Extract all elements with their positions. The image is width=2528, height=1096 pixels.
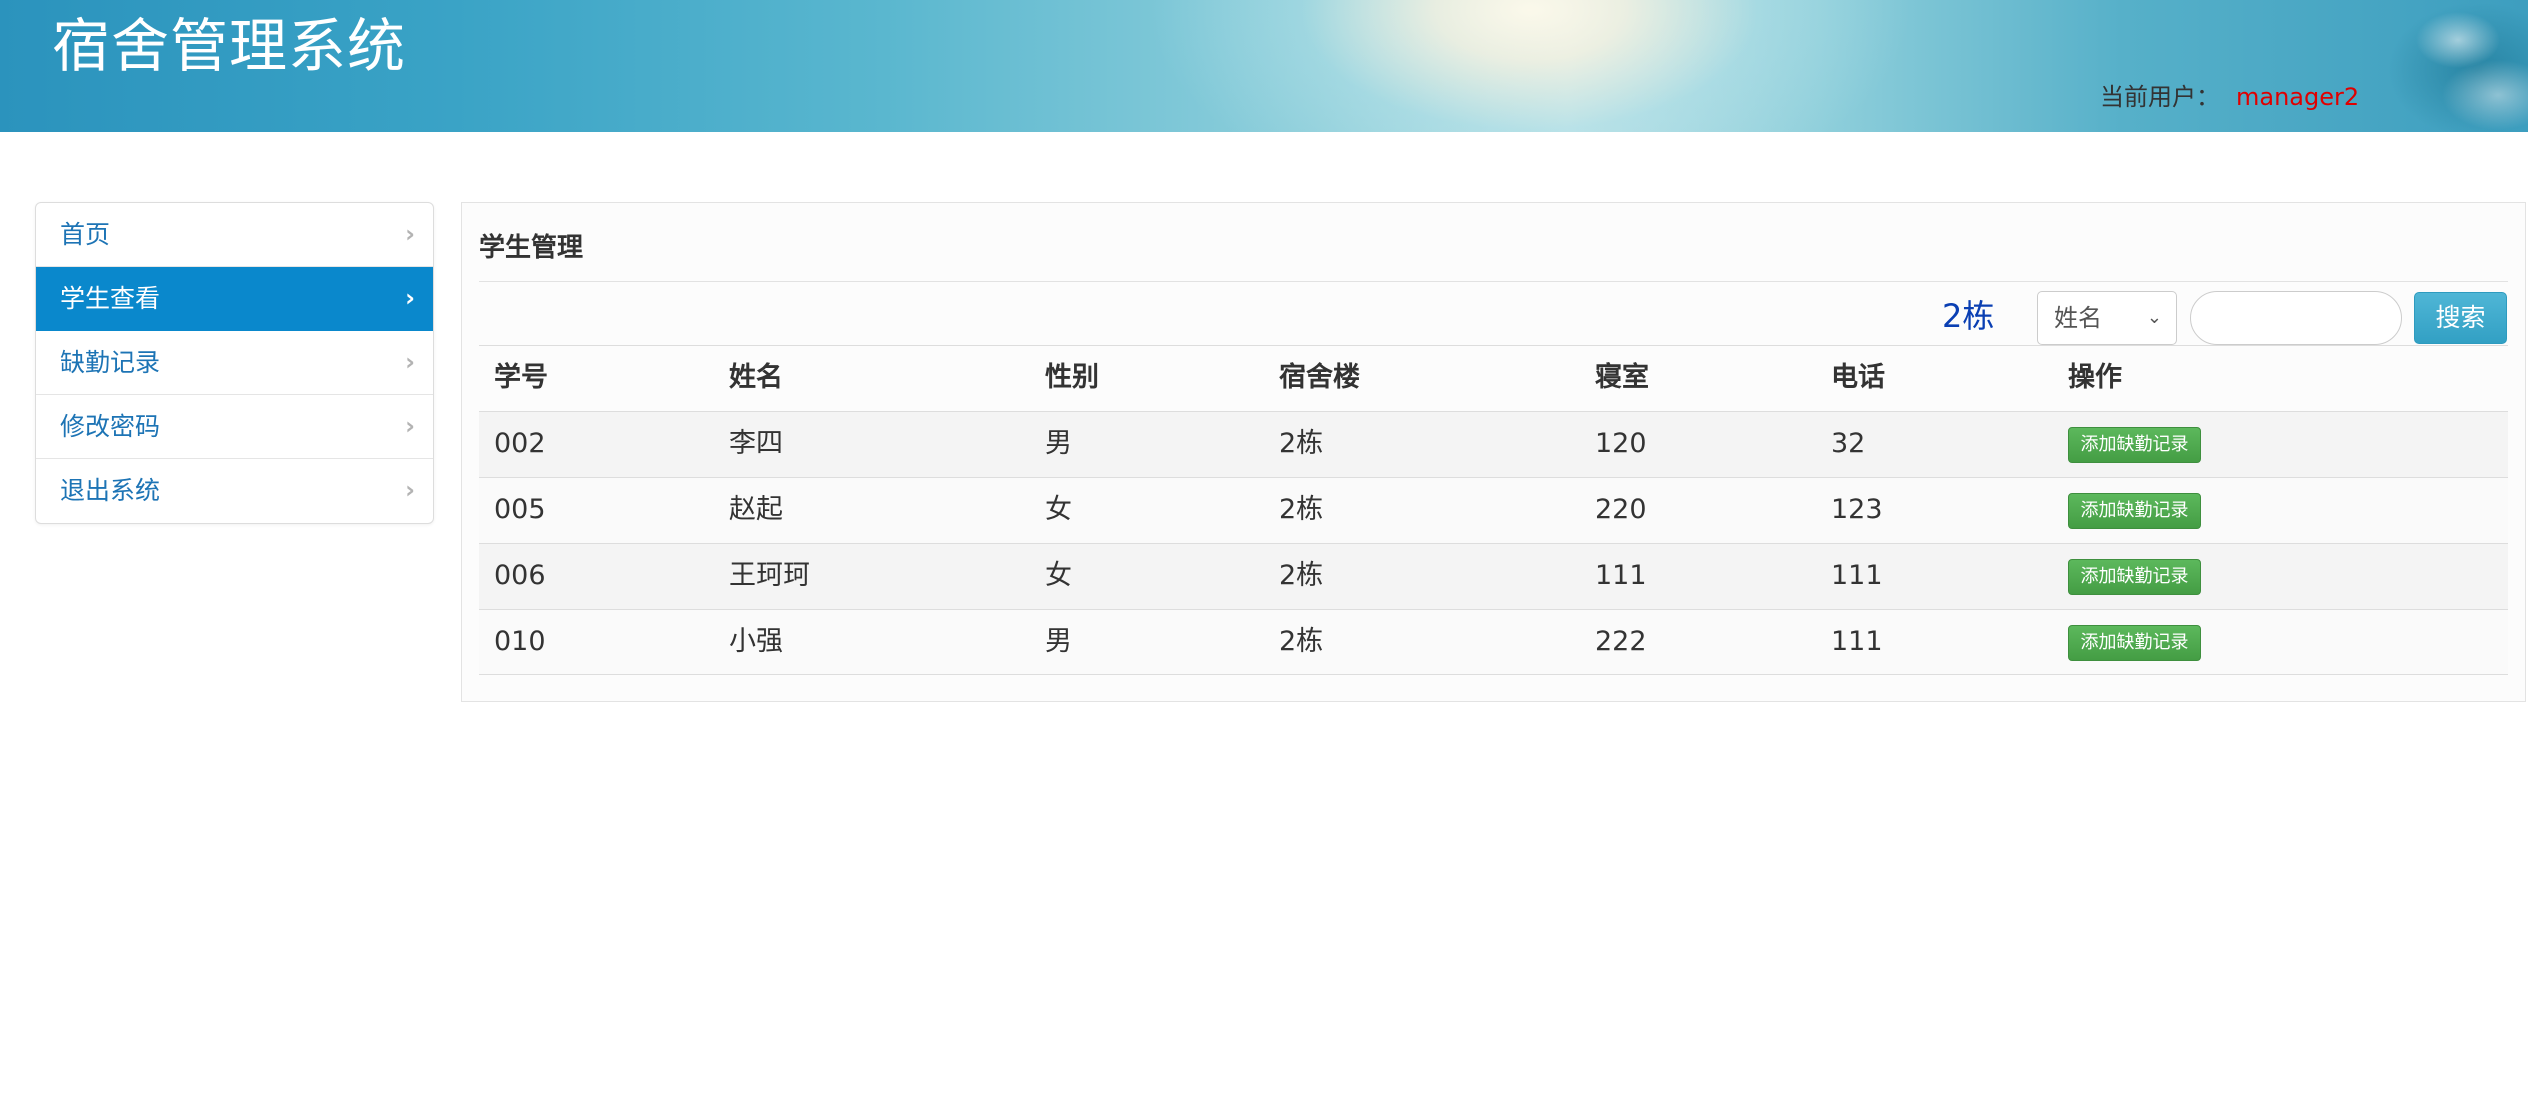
column-header: 性别 — [1045, 362, 1099, 393]
column-header: 操作 — [2068, 362, 2122, 393]
search-button[interactable]: 搜索 — [2414, 292, 2507, 344]
student-name-cell: 李四 — [729, 428, 783, 459]
column-header: 学号 — [494, 362, 548, 393]
gender-cell: 男 — [1045, 626, 1072, 657]
student-id-cell: 005 — [494, 494, 546, 525]
sidebar-item-logout[interactable]: 退出系统 › — [36, 459, 433, 523]
chevron-right-icon: › — [405, 348, 415, 376]
header-banner: 宿舍管理系统 当前用户： manager2 — [0, 0, 2528, 132]
phone-cell: 111 — [1831, 626, 1883, 657]
gender-cell: 女 — [1045, 560, 1072, 591]
student-id-cell: 006 — [494, 560, 546, 591]
chevron-right-icon: › — [405, 284, 415, 312]
table-header-row: 学号 姓名 性别 宿舍楼 寝室 电话 操作 — [479, 345, 2508, 411]
divider — [479, 281, 2508, 282]
search-field-select[interactable]: 姓名 ⌄ — [2037, 291, 2177, 345]
chevron-right-icon: › — [405, 412, 415, 440]
add-absence-button[interactable]: 添加缺勤记录 — [2068, 559, 2201, 595]
sidebar-item-absence-records[interactable]: 缺勤记录 › — [36, 331, 433, 395]
chevron-right-icon: › — [405, 476, 415, 504]
column-header: 宿舍楼 — [1279, 362, 1360, 393]
sidebar-item-home[interactable]: 首页 › — [36, 203, 433, 267]
building-cell: 2栋 — [1279, 560, 1324, 591]
chevron-right-icon: › — [405, 220, 415, 248]
search-field-selected: 姓名 — [2054, 304, 2102, 332]
room-cell: 222 — [1595, 626, 1647, 657]
table-row: 005 赵起 女 2栋 220 123 添加缺勤记录 — [479, 477, 2508, 543]
sidebar-item-label: 首页 — [60, 220, 111, 249]
student-table: 学号 姓名 性别 宿舍楼 寝室 电话 操作 002 李四 男 2栋 120 32… — [479, 345, 2508, 675]
student-id-cell: 002 — [494, 428, 546, 459]
building-cell: 2栋 — [1279, 626, 1324, 657]
column-header: 寝室 — [1595, 362, 1649, 393]
column-header: 姓名 — [729, 362, 783, 393]
current-user-label: 当前用户： — [2100, 83, 2220, 111]
gender-cell: 女 — [1045, 494, 1072, 525]
phone-cell: 123 — [1831, 494, 1883, 525]
add-absence-button[interactable]: 添加缺勤记录 — [2068, 427, 2201, 463]
room-cell: 120 — [1595, 428, 1647, 459]
student-id-cell: 010 — [494, 626, 546, 657]
sidebar-item-label: 修改密码 — [60, 412, 161, 441]
sidebar-item-change-password[interactable]: 修改密码 › — [36, 395, 433, 459]
chevron-down-icon: ⌄ — [2146, 307, 2162, 328]
phone-cell: 32 — [1831, 428, 1866, 459]
gender-cell: 男 — [1045, 428, 1072, 459]
building-label: 2栋 — [1942, 297, 1995, 335]
sidebar-item-student-view[interactable]: 学生查看 › — [36, 267, 433, 331]
column-header: 电话 — [1831, 362, 1885, 393]
sidebar-item-label: 缺勤记录 — [60, 348, 161, 377]
current-user: 当前用户： manager2 — [2100, 80, 2359, 114]
building-cell: 2栋 — [1279, 494, 1324, 525]
sidebar-nav: 首页 › 学生查看 › 缺勤记录 › 修改密码 › 退出系统 › — [35, 202, 434, 524]
panel-title: 学生管理 — [479, 233, 584, 263]
search-input[interactable] — [2190, 291, 2402, 345]
table-row: 006 王珂珂 女 2栋 111 111 添加缺勤记录 — [479, 543, 2508, 609]
table-row: 010 小强 男 2栋 222 111 添加缺勤记录 — [479, 609, 2508, 675]
room-cell: 220 — [1595, 494, 1647, 525]
current-username: manager2 — [2236, 83, 2360, 111]
add-absence-button[interactable]: 添加缺勤记录 — [2068, 493, 2201, 529]
sidebar-item-label: 学生查看 — [60, 284, 161, 313]
student-name-cell: 小强 — [729, 626, 783, 657]
add-absence-button[interactable]: 添加缺勤记录 — [2068, 625, 2201, 661]
room-cell: 111 — [1595, 560, 1647, 591]
student-management-panel: 学生管理 2栋 姓名 ⌄ 搜索 学号 姓名 性别 宿舍楼 寝室 电话 操作 00… — [461, 202, 2526, 702]
building-cell: 2栋 — [1279, 428, 1324, 459]
phone-cell: 111 — [1831, 560, 1883, 591]
student-name-cell: 赵起 — [729, 494, 783, 525]
sidebar-item-label: 退出系统 — [60, 476, 161, 505]
table-row: 002 李四 男 2栋 120 32 添加缺勤记录 — [479, 411, 2508, 477]
app-title: 宿舍管理系统 — [52, 12, 407, 80]
student-name-cell: 王珂珂 — [729, 560, 810, 591]
